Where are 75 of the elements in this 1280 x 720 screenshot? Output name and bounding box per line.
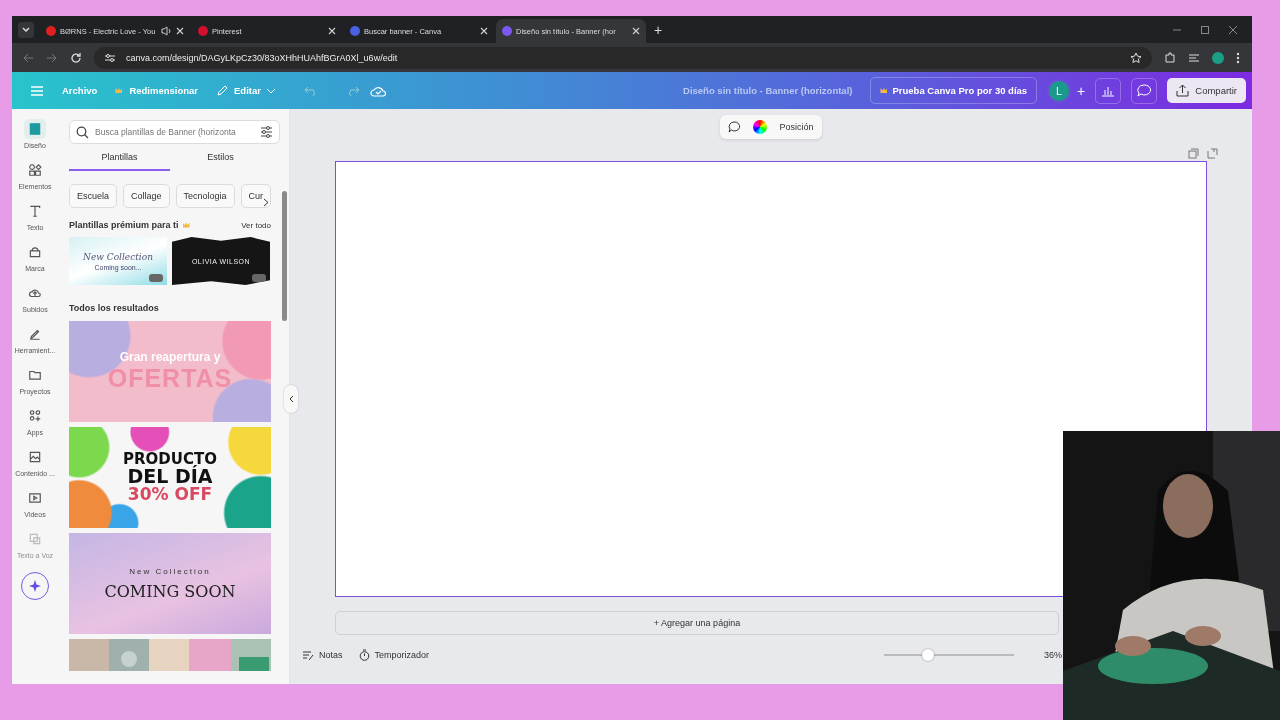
search-input[interactable]: Busca plantillas de Banner (horizonta	[95, 127, 254, 137]
url-text: canva.com/design/DAGyLKpCz30/83oXHhHUAhfBGrA0Xl_u6w/edit	[126, 52, 398, 63]
notes-icon	[302, 649, 314, 661]
cloud-check-icon[interactable]	[369, 84, 386, 97]
search-icon	[76, 125, 89, 139]
crown-icon	[182, 222, 190, 228]
pro-trial-button[interactable]: Prueba Canva Pro por 30 días	[870, 77, 1038, 104]
category-chip[interactable]: Escuela	[69, 184, 118, 208]
see-all-link[interactable]: Ver todo	[241, 220, 271, 230]
duplicate-icon[interactable]	[1188, 148, 1199, 159]
template-text: Gran reapertura y	[119, 350, 221, 364]
address-bar[interactable]: canva.com/design/DAGyLKpCz30/83oXHhHUAhfBGrA0Xl_u6w/edit	[94, 46, 1152, 69]
comment-button[interactable]	[1131, 77, 1158, 104]
shapes-icon	[28, 163, 42, 177]
sliders-icon	[104, 51, 116, 64]
text-icon	[28, 204, 42, 218]
template-text: PRODUCTO	[123, 452, 217, 467]
list-icon[interactable]	[1188, 51, 1200, 64]
upload-icon	[1176, 84, 1190, 97]
sparkle-icon	[28, 579, 42, 593]
close-icon[interactable]	[176, 27, 184, 35]
close-icon[interactable]	[1228, 24, 1238, 35]
apps-icon	[28, 409, 42, 423]
back-icon[interactable]	[22, 51, 34, 64]
panel-tab[interactable]: Plantillas	[69, 152, 170, 171]
section-heading: Plantillas prémium para ti	[69, 220, 179, 230]
zoom-percentage[interactable]: 36%	[1044, 650, 1062, 660]
timer-button[interactable]: Temporizador	[358, 649, 430, 661]
template-text: DEL DÍA	[127, 467, 213, 486]
close-icon[interactable]	[480, 27, 488, 35]
play-icon	[28, 491, 42, 505]
panel-tab[interactable]: Estilos	[170, 152, 271, 171]
chevron-down-icon	[265, 86, 276, 95]
comment-add-icon[interactable]	[728, 121, 742, 133]
position-button[interactable]: Posición	[779, 122, 814, 132]
section-heading: Todos los resultados	[69, 303, 160, 313]
pen-icon	[28, 327, 42, 341]
pencil-icon	[216, 84, 229, 97]
tab-list-icon[interactable]	[18, 21, 34, 38]
collapse-handle[interactable]	[284, 385, 298, 413]
template-thumbnail[interactable]: PRODUCTO DEL DÍA 30% OFF	[69, 427, 271, 528]
comment-icon	[1137, 84, 1152, 97]
template-text: COMING SOON	[104, 581, 236, 601]
category-chip[interactable]: Cur	[240, 184, 271, 208]
category-chip[interactable]: Collage	[123, 184, 170, 208]
template-text: New Collection	[129, 566, 211, 576]
template-text: New Collection	[83, 251, 153, 262]
color-wheel-icon[interactable]	[753, 120, 768, 134]
restore-icon[interactable]	[1200, 24, 1210, 35]
crown-icon	[115, 88, 123, 93]
filter-icon[interactable]	[260, 126, 273, 138]
search-field[interactable]: Busca plantillas de Banner (horizonta	[69, 120, 280, 144]
reload-icon[interactable]	[70, 51, 82, 64]
chart-button[interactable]	[1095, 77, 1122, 104]
template-thumbnail[interactable]: New Collection COMING SOON	[69, 533, 271, 634]
add-page-button[interactable]: + Agregar una página	[335, 611, 1059, 635]
layout-icon	[28, 122, 42, 136]
notes-button[interactable]: Notas	[302, 649, 343, 661]
crown-icon	[880, 88, 888, 93]
profile-avatar[interactable]	[1212, 51, 1224, 64]
template-text: 30% OFF	[127, 486, 213, 503]
star-icon[interactable]	[1130, 51, 1142, 64]
stopwatch-icon	[358, 649, 370, 661]
more-icon[interactable]	[1236, 51, 1240, 64]
close-icon[interactable]	[632, 27, 640, 35]
bar-chart-icon	[1101, 84, 1116, 97]
category-chip[interactable]: Tecnologia	[175, 184, 235, 208]
zoom-slider[interactable]	[922, 649, 935, 661]
folder-icon	[28, 368, 42, 382]
share-button[interactable]: Compartir	[1167, 78, 1246, 103]
add-button[interactable]: +	[1077, 82, 1086, 99]
forward-icon[interactable]	[46, 51, 58, 64]
close-icon[interactable]	[328, 27, 336, 35]
design-canvas[interactable]	[335, 161, 1207, 597]
new-tab-button[interactable]: +	[648, 21, 669, 38]
